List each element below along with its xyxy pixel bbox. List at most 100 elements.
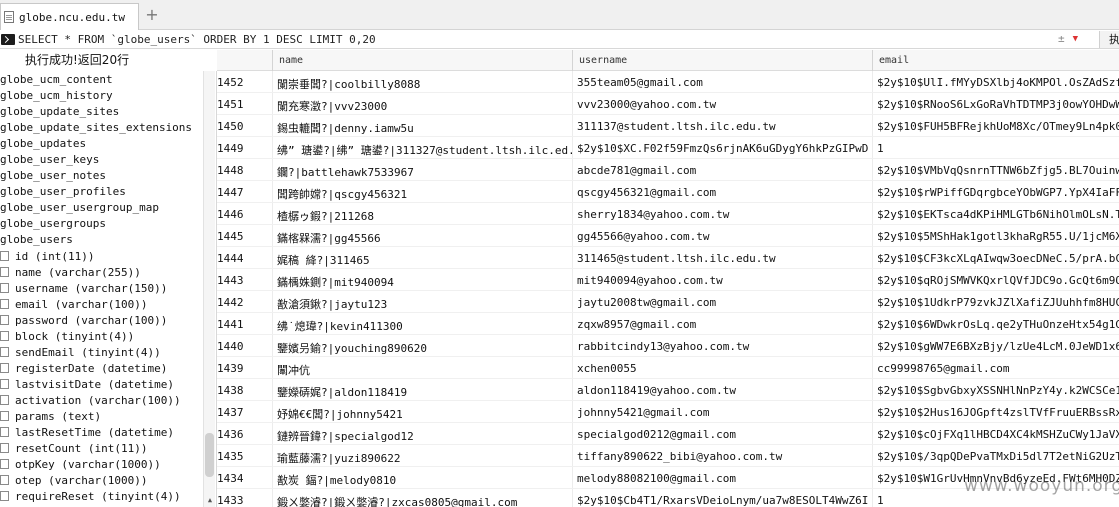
cell-id[interactable]: 1443 xyxy=(217,274,272,287)
cell-name[interactable]: 闆跨帥嫦?|qscgy456321 xyxy=(277,186,572,202)
field-checkbox[interactable] xyxy=(0,427,9,437)
cell-name[interactable]: 敾滄須鍬?|jaytu123 xyxy=(277,296,572,312)
cell-name[interactable]: 绋˙熄瑋?|kevin411300 xyxy=(277,318,572,334)
cell-username[interactable]: 311465@student.ltsh.ilc.edu.tw xyxy=(577,252,869,265)
table-row[interactable]: 1444 娓稿 絳?|311465 311465@student.ltsh.ilc.… xyxy=(217,247,1119,269)
sidebar-field[interactable]: name (varchar(255)) xyxy=(0,264,141,280)
field-checkbox[interactable] xyxy=(0,331,9,341)
field-checkbox[interactable] xyxy=(0,411,9,421)
cell-name[interactable]: 鍛ㄨ嫳濬?|鍛ㄨ嫳濬?|zxcas0805@gmail.com xyxy=(277,494,572,507)
cell-username[interactable]: qscgy456321@gmail.com xyxy=(577,186,869,199)
field-checkbox[interactable] xyxy=(0,347,9,357)
cell-id[interactable]: 1446 xyxy=(217,208,272,221)
cell-name[interactable]: 娓稿 絳?|311465 xyxy=(277,252,572,268)
history-dropdown-icon[interactable]: ▼ xyxy=(1073,32,1078,47)
cell-email[interactable]: $2y$10$UlI.fMYyDSXlbj4oKMPOl.OsZAdSzfugL xyxy=(877,76,1119,89)
cell-email[interactable]: $2y$10$CF3kcXLqAIwqw3oecDNeC.5/prA.bCn/z xyxy=(877,252,1119,265)
sidebar-field[interactable]: activation (varchar(100)) xyxy=(0,392,181,408)
cell-email[interactable]: $2y$10$VMbVqQsnrnTTNW6bZfjg5.BL7OuinwuE/… xyxy=(877,164,1119,177)
cell-id[interactable]: 1436 xyxy=(217,428,272,441)
cell-username[interactable]: melody88082100@gmail.com xyxy=(577,472,869,485)
sidebar-field[interactable]: lastvisitDate (datetime) xyxy=(0,376,174,392)
sidebar-field[interactable]: block (tinyint(4)) xyxy=(0,328,134,344)
table-row[interactable]: 1439 闈冲伉 xchen0055 cc99998765@gmail.com xyxy=(217,357,1119,379)
column-header-username[interactable]: username xyxy=(579,55,627,66)
table-row[interactable]: 1446 楂樼ゥ鍜?|211268 sherry1834@yahoo.com.tw $… xyxy=(217,203,1119,225)
cell-email[interactable]: $2y$10$/3qpQDePvaTMxDi5dl7T2etNiG2UzTK9W xyxy=(877,450,1119,463)
cell-id[interactable]: 1437 xyxy=(217,406,272,419)
cell-id[interactable]: 1438 xyxy=(217,384,272,397)
cell-id[interactable]: 1434 xyxy=(217,472,272,485)
field-checkbox[interactable] xyxy=(0,443,9,453)
field-checkbox[interactable] xyxy=(0,395,9,405)
column-header-email[interactable]: email xyxy=(879,55,909,66)
sidebar-table-item[interactable]: globe_user_usergroup_map xyxy=(0,200,159,216)
field-checkbox[interactable] xyxy=(0,315,9,325)
cell-username[interactable]: aldon118419@yahoo.com.tw xyxy=(577,384,869,397)
field-checkbox[interactable] xyxy=(0,475,9,485)
cell-id[interactable]: 1442 xyxy=(217,296,272,309)
cell-email[interactable]: $2y$10$FUH5BFRejkhUoM8Xc/OTmey9Ln4pk0/ED… xyxy=(877,120,1119,133)
cell-id[interactable]: 1439 xyxy=(217,362,272,375)
scroll-up-arrow-icon[interactable]: ▲ xyxy=(205,495,215,505)
cell-name[interactable]: 绋” 瑭鍙?|绋” 瑭鍙?|311327@student.ltsh.ilc.ed… xyxy=(277,142,572,158)
table-row[interactable]: 1451 闌充寒澂?|vvv23000 vvv23000@yahoo.com.tw $… xyxy=(217,93,1119,115)
sidebar-table-item[interactable]: globe_ucm_history xyxy=(0,88,113,104)
table-row[interactable]: 1445 鏋楁槑濡?|gg45566 gg45566@yahoo.com.tw $2y… xyxy=(217,225,1119,247)
table-row[interactable]: 1448 鑭?|battlehawk7533967 abcde781@gmail.c… xyxy=(217,159,1119,181)
cell-id[interactable]: 1451 xyxy=(217,98,272,111)
cell-id[interactable]: 1435 xyxy=(217,450,272,463)
sidebar-field[interactable]: resetCount (int(11)) xyxy=(0,440,147,456)
sidebar-table-item[interactable]: globe_update_sites xyxy=(0,104,119,120)
field-checkbox[interactable] xyxy=(0,459,9,469)
cell-username[interactable]: 355team05@gmail.com xyxy=(577,76,869,89)
sidebar-table-item[interactable]: globe_user_notes xyxy=(0,168,106,184)
cell-name[interactable]: 敾炭 鍢?|melody0810 xyxy=(277,472,572,488)
cell-name[interactable]: 鑭?|battlehawk7533967 xyxy=(277,164,572,180)
cell-id[interactable]: 1447 xyxy=(217,186,272,199)
cell-name[interactable]: 闌充寒澂?|vvv23000 xyxy=(277,98,572,114)
cell-username[interactable]: sherry1834@yahoo.com.tw xyxy=(577,208,869,221)
cell-email[interactable]: $2y$10$2Hus16JOGpft4zslTVfFruuERBssRxLu3 xyxy=(877,406,1119,419)
cell-username[interactable]: gg45566@yahoo.com.tw xyxy=(577,230,869,243)
table-row[interactable]: 1447 闆跨帥嫦?|qscgy456321 qscgy456321@gmail.c… xyxy=(217,181,1119,203)
table-row[interactable]: 1452 闌崇垂闆?|coolbilly8088 355team05@gmail.c… xyxy=(217,71,1119,93)
cell-id[interactable]: 1440 xyxy=(217,340,272,353)
cell-username[interactable]: mit940094@yahoo.com.tw xyxy=(577,274,869,287)
cell-email[interactable]: $2y$10$SgbvGbxyXSSNHlNnPzY4y.k2WCSCe1EfJ xyxy=(877,384,1119,397)
cell-email[interactable]: $2y$10$EKTsca4dKPiHMLGTb6NihOlmOLsN.TOLn xyxy=(877,208,1119,221)
field-checkbox[interactable] xyxy=(0,267,9,277)
cell-name[interactable]: 錫虫轆闆?|denny.iamw5u xyxy=(277,120,572,136)
cell-username[interactable]: 311137@student.ltsh.ilc.edu.tw xyxy=(577,120,869,133)
scrollbar-thumb[interactable] xyxy=(205,433,214,477)
query-options-icon[interactable]: ± xyxy=(1058,32,1065,47)
cell-username[interactable]: rabbitcindy13@yahoo.com.tw xyxy=(577,340,869,353)
cell-username[interactable]: $2y$10$XC.F02f59FmzQs6rjnAK6uGDygY6hkPzG… xyxy=(577,142,869,155)
sidebar-field[interactable]: email (varchar(100)) xyxy=(0,296,147,312)
cell-id[interactable]: 1449 xyxy=(217,142,272,155)
sidebar-field[interactable]: otep (varchar(1000)) xyxy=(0,472,147,488)
cell-name[interactable]: 鑒嬪叧鍮?|youching890620 xyxy=(277,340,572,356)
field-checkbox[interactable] xyxy=(0,299,9,309)
cell-email[interactable]: $2y$10$gWW7E6BXzBjy/lzUe4LcM.0JeWD1x6YFq xyxy=(877,340,1119,353)
field-checkbox[interactable] xyxy=(0,283,9,293)
cell-email[interactable]: $2y$10$qROjSMWVKQxrlQVfJDC9o.GcQt6m9OC.u… xyxy=(877,274,1119,287)
cell-id[interactable]: 1448 xyxy=(217,164,272,177)
cell-id[interactable]: 1450 xyxy=(217,120,272,133)
sidebar-table-item[interactable]: globe_update_sites_extensions xyxy=(0,120,192,136)
column-divider[interactable] xyxy=(572,50,573,71)
cell-name[interactable]: 鏈辨晉鍏?|specialgod12 xyxy=(277,428,572,444)
cell-username[interactable]: johnny5421@gmail.com xyxy=(577,406,869,419)
column-header-name[interactable]: name xyxy=(279,55,303,66)
sidebar-field[interactable]: password (varchar(100)) xyxy=(0,312,167,328)
tab-globe[interactable]: globe.ncu.edu.tw xyxy=(0,3,139,30)
table-row[interactable]: 1436 鏈辨晉鍏?|specialgod12 specialgod0212@gma… xyxy=(217,423,1119,445)
cell-username[interactable]: vvv23000@yahoo.com.tw xyxy=(577,98,869,111)
cell-email[interactable]: $2y$10$rWPiffGDqrgbceYObWGP7.YpX4IaFFbvv… xyxy=(877,186,1119,199)
sidebar-field[interactable]: lastResetTime (datetime) xyxy=(0,424,174,440)
cell-username[interactable]: specialgod0212@gmail.com xyxy=(577,428,869,441)
cell-name[interactable]: 鑒嬫硦娓?|aldon118419 xyxy=(277,384,572,400)
table-row[interactable]: 1437 妤婂€€闆?|johnny5421 johnny5421@gmail.co… xyxy=(217,401,1119,423)
cell-email[interactable]: $2y$10$6WDwkrOsLq.qe2yTHuOnzeHtx54g1GOS.… xyxy=(877,318,1119,331)
cell-email[interactable]: $2y$10$cOjFXq1lHBCD4XC4kMSHZuCWy1JaVXzTG xyxy=(877,428,1119,441)
